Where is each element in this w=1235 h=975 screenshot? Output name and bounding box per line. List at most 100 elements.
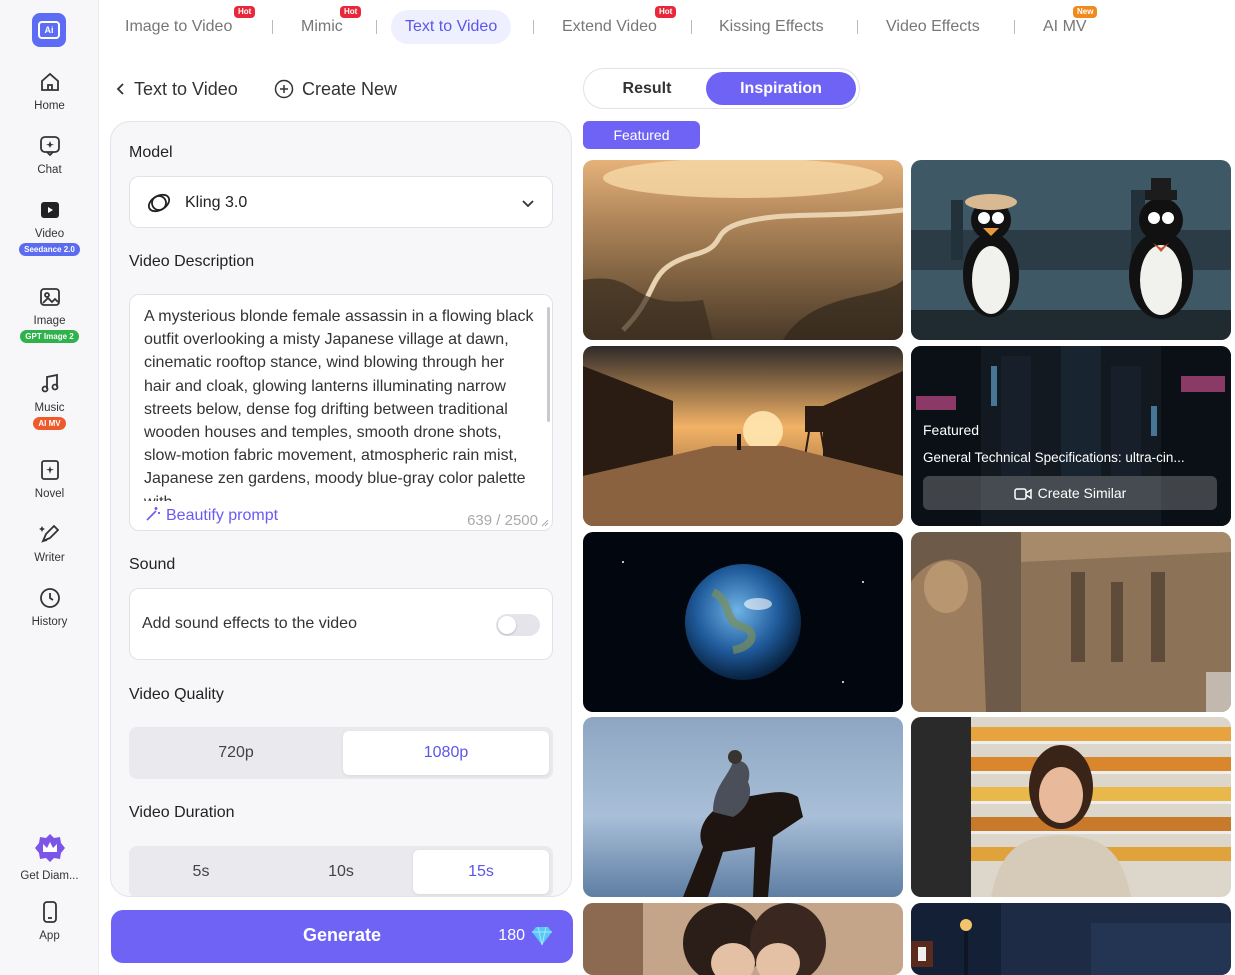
sidebar-label-home: Home	[34, 100, 65, 112]
sidebar-item-app[interactable]: App	[0, 900, 99, 942]
description-field[interactable]: A mysterious blonde female assassin in a…	[129, 294, 553, 531]
beautify-prompt-button[interactable]: Beautify prompt	[144, 505, 278, 525]
tab-label: AI MV	[1043, 18, 1087, 35]
hot-badge: Hot	[655, 6, 677, 18]
tab-label: Extend Video	[562, 18, 657, 35]
description-scrollbar[interactable]	[547, 307, 550, 422]
quality-option-1080p[interactable]: 1080p	[343, 731, 549, 775]
duration-option-5s[interactable]: 5s	[133, 850, 269, 894]
sidebar-label-video: Video	[34, 228, 65, 240]
model-label: Model	[129, 144, 173, 161]
hot-badge: Hot	[234, 6, 256, 18]
model-select[interactable]: Kling 3.0	[129, 176, 553, 228]
sound-toggle[interactable]	[496, 614, 540, 636]
home-icon	[40, 72, 59, 91]
duration-label: Video Duration	[129, 804, 235, 821]
sidebar-label-get-diamonds: Get Diam...	[20, 870, 79, 882]
tab-label: Video Effects	[886, 18, 980, 35]
sidebar-label-history: History	[31, 616, 68, 628]
back-label: Text to Video	[134, 79, 238, 99]
tab-label: Mimic	[301, 18, 343, 35]
app-logo[interactable]: Ai	[32, 13, 66, 47]
writer-icon	[38, 524, 59, 543]
tab-label: Text to Video	[405, 18, 498, 35]
novel-icon	[40, 460, 59, 480]
gpt-image-badge: GPT Image 2	[20, 330, 79, 343]
sidebar-item-home[interactable]: Home	[0, 70, 99, 112]
sidebar-label-image: Image	[33, 315, 66, 327]
create-new-button[interactable]: Create New	[274, 76, 397, 102]
seedance-badge: Seedance 2.0	[19, 243, 80, 256]
sidebar-label-chat: Chat	[37, 164, 62, 176]
diamond-icon	[532, 926, 552, 946]
ai-mv-badge: AI MV	[33, 417, 66, 430]
sidebar-label-novel: Novel	[34, 488, 65, 500]
thumbnail-couple-closeup[interactable]	[583, 903, 903, 975]
featured-tag: Featured	[923, 422, 980, 438]
thumbnail-neon-city-hovered[interactable]: Featured General Technical Specification…	[911, 346, 1231, 526]
inspiration-tab[interactable]: Inspiration	[706, 72, 856, 105]
chevron-left-icon	[116, 83, 124, 95]
beautify-label: Beautify prompt	[166, 507, 279, 524]
diamond-crown-icon	[34, 834, 65, 862]
resize-handle-icon[interactable]	[541, 519, 549, 527]
logo-text: Ai	[38, 21, 60, 39]
model-value: Kling 3.0	[185, 194, 248, 211]
hot-badge: Hot	[340, 6, 362, 18]
magic-wand-icon	[146, 507, 160, 521]
sidebar-label-music: Music	[34, 402, 65, 414]
result-inspiration-toggle: Result Inspiration	[583, 68, 860, 109]
kling-logo-icon	[147, 193, 171, 213]
thumbnail-egyptian-temple[interactable]	[911, 532, 1231, 712]
music-icon	[41, 373, 58, 393]
thumbnail-earth-space[interactable]	[583, 532, 903, 712]
sidebar-item-history[interactable]: History	[0, 586, 99, 628]
tab-video-effects[interactable]: Video Effects	[872, 10, 994, 44]
tab-extend-video[interactable]: Extend Video	[548, 10, 671, 44]
create-similar-button[interactable]: Create Similar	[923, 476, 1217, 510]
chat-icon	[39, 136, 60, 157]
thumbnail-cartoon-penguins[interactable]	[911, 160, 1231, 340]
sidebar-item-writer[interactable]: Writer	[0, 522, 99, 564]
sidebar-item-music[interactable]: Music AI MV	[0, 372, 99, 430]
tab-label: Kissing Effects	[719, 18, 824, 35]
video-icon	[40, 202, 59, 218]
quality-option-720p[interactable]: 720p	[133, 731, 339, 775]
sidebar-label-app: App	[39, 930, 60, 942]
result-tab[interactable]: Result	[588, 72, 706, 105]
settings-panel: Model Kling 3.0 Video Description A myst…	[110, 121, 572, 897]
toggle-knob	[498, 616, 516, 634]
duration-option-15s[interactable]: 15s	[413, 850, 549, 894]
sound-option-label: Add sound effects to the video	[142, 615, 357, 632]
featured-filter-chip[interactable]: Featured	[583, 121, 700, 149]
sidebar-item-image[interactable]: Image GPT Image 2	[0, 285, 99, 343]
tab-divider	[376, 20, 377, 34]
thumbnail-city-night[interactable]	[911, 903, 1231, 975]
thumbnail-aerial-river[interactable]	[583, 160, 903, 340]
tab-text-to-video[interactable]: Text to Video	[391, 10, 512, 44]
tab-divider	[533, 20, 534, 34]
description-text[interactable]: A mysterious blonde female assassin in a…	[144, 305, 534, 501]
duration-option-10s[interactable]: 10s	[273, 850, 409, 894]
thumbnail-western-town[interactable]	[583, 346, 903, 526]
sidebar: Ai Home Chat Video Seedance 2.0 Image GP…	[0, 0, 99, 975]
sound-label: Sound	[129, 556, 176, 573]
phone-icon	[42, 901, 57, 923]
create-new-label: Create New	[302, 79, 398, 99]
tab-image-to-video[interactable]: Image to Video	[111, 10, 246, 44]
chevron-down-icon	[522, 200, 534, 208]
sidebar-item-get-diamonds[interactable]: Get Diam...	[0, 832, 99, 882]
thumbnail-woman-grocery[interactable]	[911, 717, 1231, 897]
tab-kissing-effects[interactable]: Kissing Effects	[705, 10, 838, 44]
description-label: Video Description	[129, 253, 255, 270]
thumbnail-horse-rider[interactable]	[583, 717, 903, 897]
sidebar-item-video[interactable]: Video Seedance 2.0	[0, 198, 99, 256]
sidebar-item-chat[interactable]: Chat	[0, 134, 99, 176]
back-to-text-to-video[interactable]: Text to Video	[114, 76, 238, 102]
sidebar-item-novel[interactable]: Novel	[0, 458, 99, 500]
tab-label: Image to Video	[125, 18, 233, 35]
plus-circle-icon	[274, 79, 294, 99]
tab-divider	[1014, 20, 1015, 34]
generate-button[interactable]: Generate 180	[111, 910, 573, 963]
history-icon	[39, 588, 60, 608]
